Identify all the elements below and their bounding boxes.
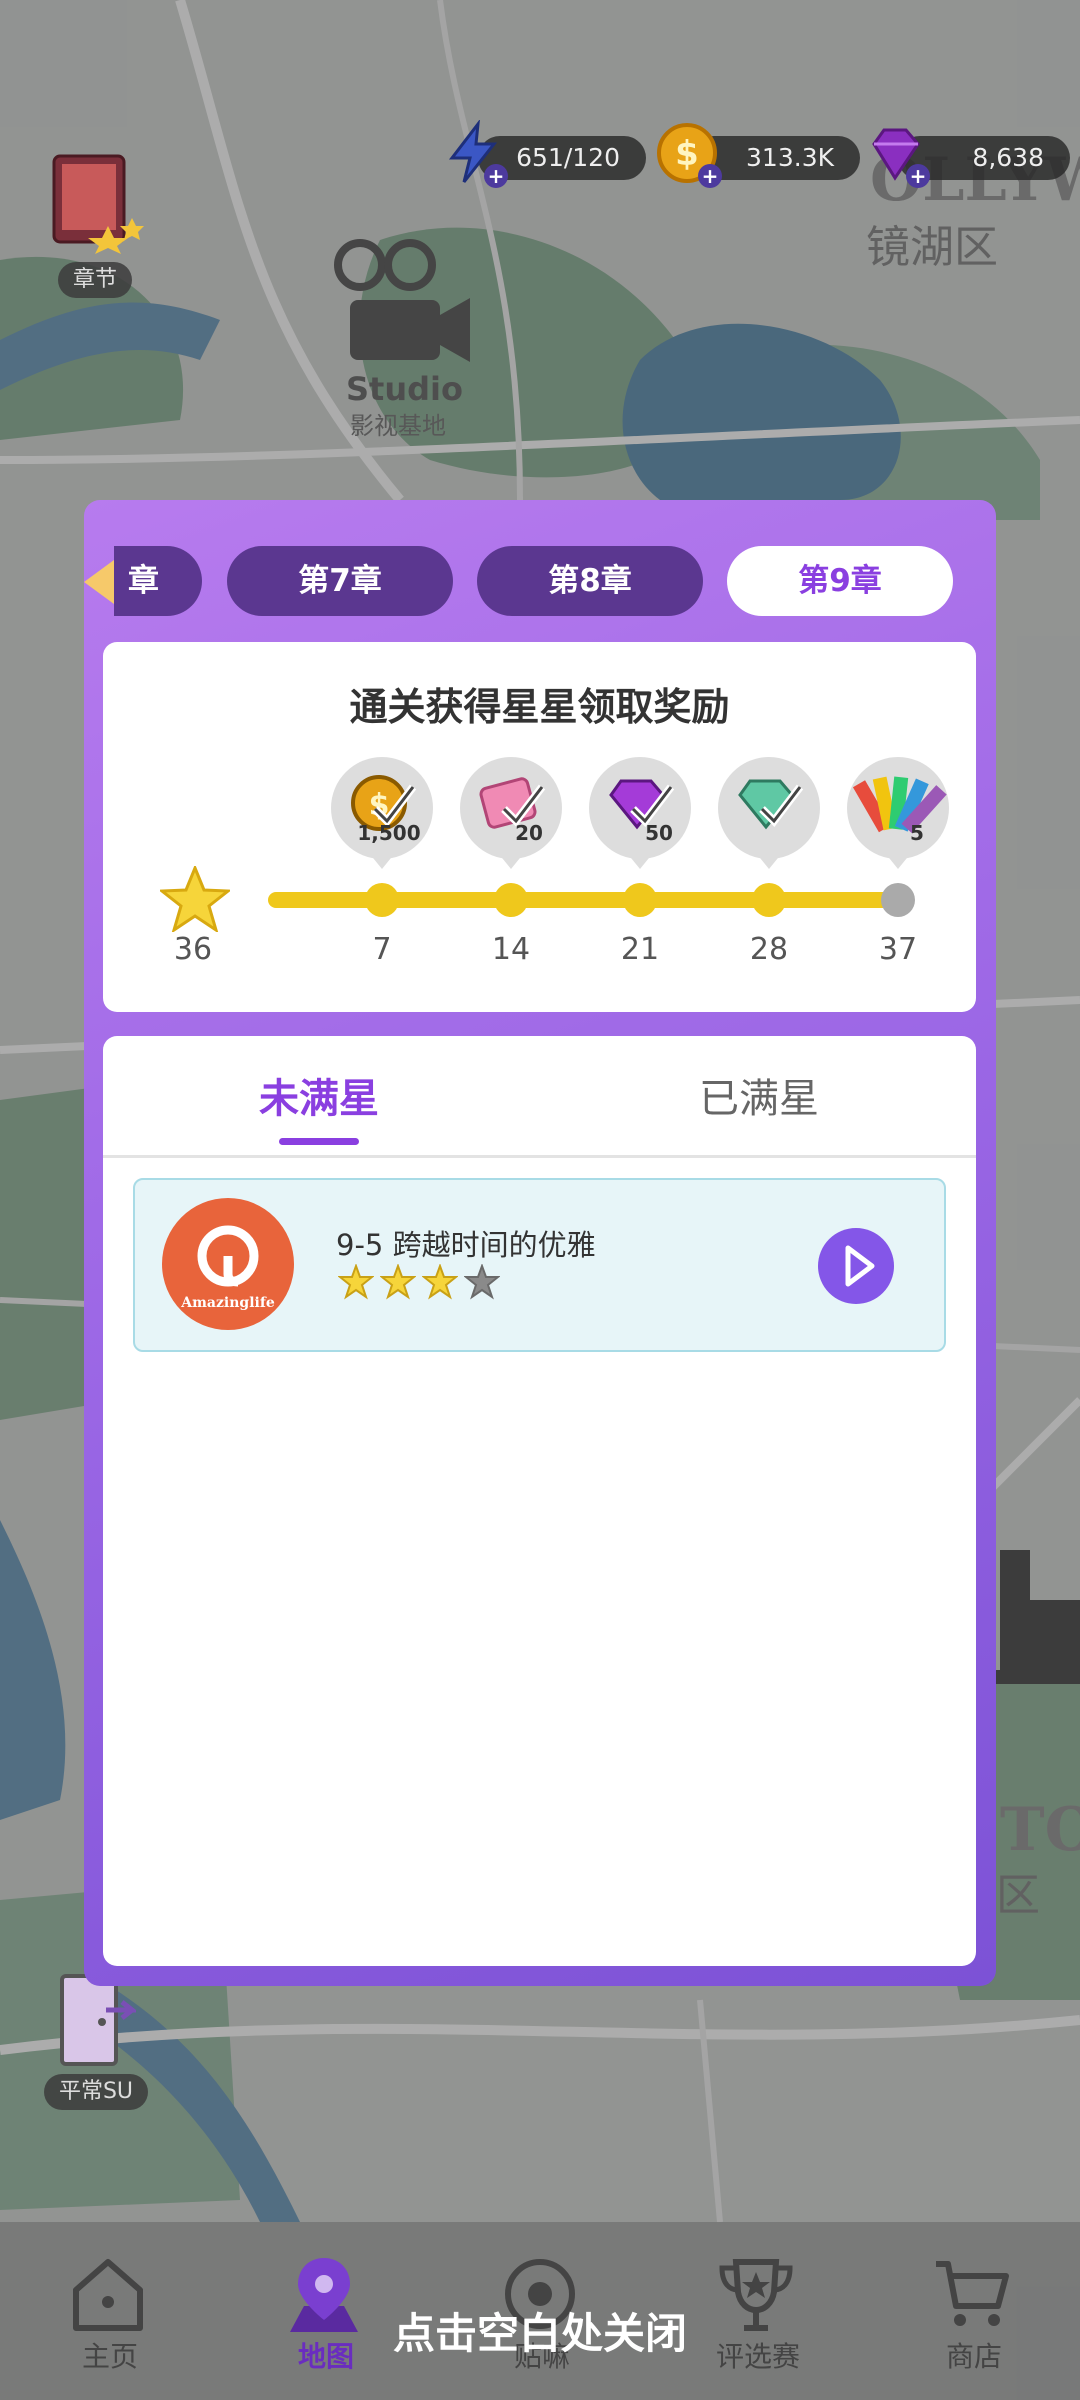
star-progress-bar <box>268 892 901 908</box>
reward-amount-5: 5 <box>910 821 924 845</box>
chapter-tab-8[interactable]: 第8章 <box>477 546 703 616</box>
level-title: 9-5 跨越时间的优雅 <box>336 1228 596 1262</box>
prev-chapter-arrow-icon[interactable] <box>84 560 114 604</box>
chapter-tab-label: 章 <box>128 563 159 599</box>
milestone-star-count: 28 <box>749 932 789 967</box>
reward-amount-1: 1,500 <box>357 821 421 845</box>
milestone-dot <box>494 883 528 917</box>
milestone-dot <box>623 883 657 917</box>
reward-amount-2: 20 <box>515 821 543 845</box>
star-icon <box>160 866 230 932</box>
milestone-dot <box>752 883 786 917</box>
chapter-book-icon[interactable] <box>48 148 144 254</box>
chapter-tab-prev[interactable]: 章 <box>114 546 202 616</box>
active-tab-indicator <box>279 1138 359 1145</box>
milestone-dot-locked <box>881 883 915 917</box>
svg-text:$: $ <box>675 134 699 174</box>
level-list-card <box>103 1036 976 1966</box>
reward-amount-3: 50 <box>645 821 673 845</box>
star-filled-icon <box>380 1264 416 1300</box>
chapter-tab-9[interactable]: 第9章 <box>727 546 953 616</box>
tab-not-full-stars[interactable]: 未满星 <box>259 1066 379 1124</box>
chapter-tab-label: 第9章 <box>798 563 882 599</box>
current-star-count: 36 <box>173 932 213 967</box>
star-empty-icon <box>464 1264 500 1300</box>
star-filled-icon <box>338 1264 374 1300</box>
milestone-star-count: 37 <box>878 932 918 967</box>
nav-label-home[interactable]: 主页 <box>50 2335 170 2375</box>
coin-value: 313.3K <box>746 143 834 172</box>
chapter-label[interactable]: 章节 <box>58 262 132 298</box>
gem-value: 8,638 <box>972 143 1044 172</box>
normal-su-label[interactable]: 平常SU <box>44 2074 148 2110</box>
milestone-dot <box>365 883 399 917</box>
cart-icon[interactable] <box>932 2254 1012 2334</box>
add-energy-button[interactable]: + <box>484 164 508 188</box>
milestone-star-count: 14 <box>491 932 531 967</box>
milestone-star-count: 21 <box>620 932 660 967</box>
nav-label-shop[interactable]: 商店 <box>914 2335 1034 2375</box>
milestone-star-count: 7 <box>372 932 392 967</box>
play-icon <box>845 1245 875 1287</box>
tap-to-close-hint: 点击空白处关闭 <box>392 2309 687 2358</box>
add-coins-button[interactable]: + <box>698 164 722 188</box>
tab-full-stars[interactable]: 已满星 <box>699 1066 819 1124</box>
brand-logo-text: Amazinglife <box>181 1295 275 1311</box>
reward-title: 通关获得星星领取奖励 <box>349 685 730 729</box>
chapter-tab-label: 第8章 <box>548 563 632 599</box>
chapter-tab-7[interactable]: 第7章 <box>227 546 453 616</box>
add-gems-button[interactable]: + <box>906 164 930 188</box>
play-level-button[interactable] <box>818 1228 894 1304</box>
home-icon[interactable] <box>68 2254 148 2334</box>
green-gem-icon <box>738 779 804 830</box>
energy-value: 651/120 <box>516 143 620 172</box>
reward-milestone-4[interactable] <box>718 757 820 869</box>
tab-divider <box>103 1155 976 1158</box>
chapter-tab-label: 第7章 <box>298 563 382 599</box>
star-filled-icon <box>422 1264 458 1300</box>
